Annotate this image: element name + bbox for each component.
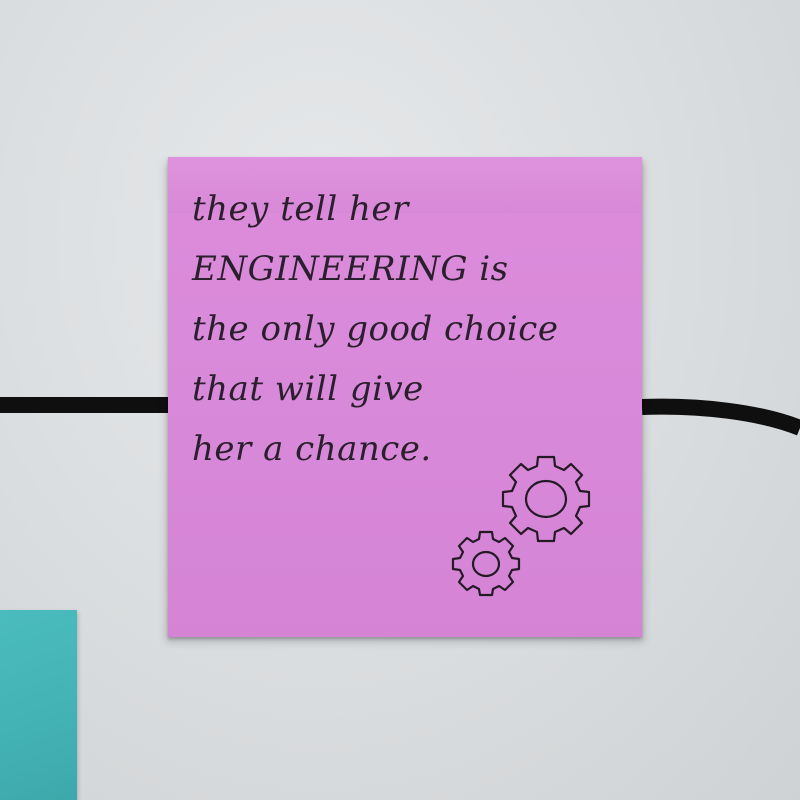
gears-icon [451,455,591,597]
handwritten-note-text: they tell her ENGINEERING is the only go… [192,189,559,469]
teal-sticky-note [0,610,77,800]
pink-sticky-note: they tell her ENGINEERING is the only go… [168,157,642,637]
